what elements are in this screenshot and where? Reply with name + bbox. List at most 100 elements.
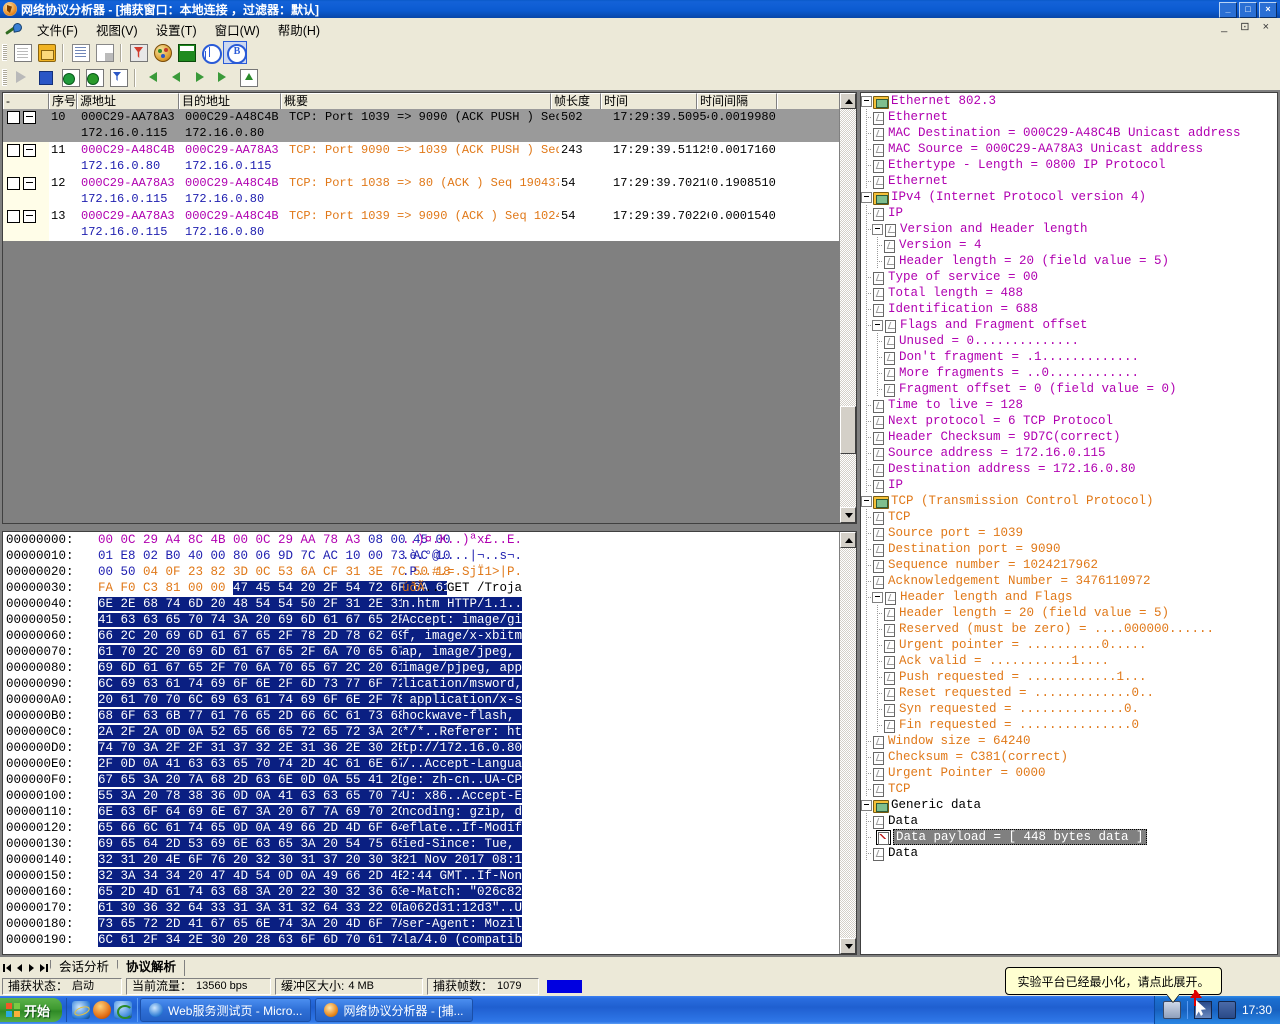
tree-leaf-node[interactable]: TCP	[861, 781, 1277, 797]
tree-leaf-node[interactable]: Destination address = 172.16.0.80	[861, 461, 1277, 477]
hex-dump-row[interactable]: 000000A0: 20 61 70 70 6C 69 63 61 74 69 6…	[3, 692, 839, 708]
taskbar-item-browser[interactable]: Web服务测试页 - Micro...	[140, 998, 312, 1022]
tree-leaf-node[interactable]: Source address = 172.16.0.115	[861, 445, 1277, 461]
packet-expander-icon[interactable]	[23, 210, 36, 223]
toolbar-grip[interactable]	[2, 44, 7, 61]
packet-row[interactable]: 11 000C29-A48C4B 172.16.0.80 000C29-AA78A3 1…	[3, 142, 856, 175]
tray-network-icon[interactable]	[1217, 1001, 1236, 1019]
column-header-mark[interactable]: -	[3, 93, 49, 109]
toolbar-grip-2[interactable]	[2, 69, 7, 86]
scroll-up-button[interactable]	[840, 93, 856, 109]
tree-leaf-node[interactable]: MAC Destination = 000C29-A48C4B Unicast …	[861, 125, 1277, 141]
tree-group-node[interactable]: TCP (Transmission Control Protocol)	[861, 493, 1277, 509]
tree-leaf-node[interactable]: Next protocol = 6 TCP Protocol	[861, 413, 1277, 429]
apply-filter-button[interactable]	[107, 67, 129, 88]
export-button[interactable]	[237, 67, 259, 88]
tree-leaf-node[interactable]: Checksum = C381(correct)	[861, 749, 1277, 765]
filter-button[interactable]	[127, 42, 149, 63]
stats-button[interactable]	[175, 42, 197, 63]
tree-leaf-node[interactable]: Version and Header length	[861, 221, 1277, 237]
tree-leaf-node[interactable]: Window size = 64240	[861, 733, 1277, 749]
packet-row-mark-cell[interactable]	[3, 142, 49, 175]
tree-leaf-node[interactable]: MAC Source = 000C29-AA78A3 Unicast addre…	[861, 141, 1277, 157]
hex-dump-row[interactable]: 00000010: 01 E8 02 B0 40 00 80 06 9D 7C A…	[3, 548, 839, 564]
menu-settings[interactable]: 设置(T)	[147, 18, 206, 41]
packet-row[interactable]: 13 000C29-AA78A3 172.16.0.115 000C29-A48C4B…	[3, 208, 856, 241]
hex-dump-row[interactable]: 00000090: 6C 69 63 61 74 69 6F 6E 2F 6D 7…	[3, 676, 839, 692]
packet-row-mark-cell[interactable]	[3, 109, 49, 142]
hex-dump-row[interactable]: 00000190: 6C 61 2F 34 2E 30 20 28 63 6F 6…	[3, 932, 839, 948]
tree-leaf-node[interactable]: Ethertype - Length = 0800 IP Protocol	[861, 157, 1277, 173]
packet-checkbox[interactable]	[7, 144, 20, 157]
tree-leaf-node[interactable]: Ack valid = ...........1....	[861, 653, 1277, 669]
list-view-button[interactable]	[69, 42, 91, 63]
hex-dump-row[interactable]: 00000080: 69 6D 61 67 65 2F 70 6A 70 65 6…	[3, 660, 839, 676]
tree-leaf-node[interactable]: Fragment offset = 0 (field value = 0)	[861, 381, 1277, 397]
firefox-quicklaunch-icon[interactable]	[93, 1001, 112, 1019]
hex-dump-row[interactable]: 00000110: 6E 63 6F 64 69 6E 67 3A 20 67 7…	[3, 804, 839, 820]
tree-leaf-node[interactable]: Header Checksum = 9D7C(correct)	[861, 429, 1277, 445]
hex-dump-row[interactable]: 000000D0: 74 70 3A 2F 2F 31 37 32 2E 31 3…	[3, 740, 839, 756]
tree-collapse-icon[interactable]	[861, 495, 872, 507]
tree-leaf-node[interactable]: Unused = 0..............	[861, 333, 1277, 349]
tree-leaf-node[interactable]: Data payload = [ 448 bytes data ]	[861, 829, 1277, 845]
tree-leaf-node[interactable]: Urgent Pointer = 0000	[861, 765, 1277, 781]
tree-leaf-node[interactable]: Fin requested = ...............0	[861, 717, 1277, 733]
tree-leaf-node[interactable]: Acknowledgement Number = 3476110972	[861, 573, 1277, 589]
tree-leaf-node[interactable]: Reset requested = .............0..	[861, 685, 1277, 701]
hex-dump-scrollbar[interactable]	[839, 532, 856, 954]
tree-leaf-node[interactable]: Identification = 688	[861, 301, 1277, 317]
tab-last-button[interactable]	[38, 961, 49, 974]
tree-group-node[interactable]: Ethernet 802.3	[861, 93, 1277, 109]
hex-dump-row[interactable]: 00000060: 66 2C 20 69 6D 61 67 65 2F 78 2…	[3, 628, 839, 644]
packet-checkbox[interactable]	[7, 177, 20, 190]
first-packet-button[interactable]	[141, 67, 163, 88]
tab-session-analysis[interactable]: 会话分析	[47, 959, 117, 976]
tree-collapse-icon[interactable]	[872, 319, 883, 331]
tree-leaf-node[interactable]: Version = 4	[861, 237, 1277, 253]
hex-dump-row[interactable]: 000000B0: 68 6F 63 6B 77 61 76 65 2D 66 6…	[3, 708, 839, 724]
tree-leaf-node[interactable]: Header length = 20 (field value = 5)	[861, 253, 1277, 269]
tree-leaf-node[interactable]: Data	[861, 813, 1277, 829]
tree-leaf-node[interactable]: Syn requested = ..............0.	[861, 701, 1277, 717]
hex-dump-row[interactable]: 000000E0: 2F 0D 0A 41 63 63 65 70 74 2D 4…	[3, 756, 839, 772]
tab-next-button[interactable]	[26, 961, 37, 974]
tree-collapse-icon[interactable]	[861, 799, 872, 811]
start-button[interactable]: 开始	[0, 998, 63, 1022]
protocol-b-button[interactable]: B	[223, 41, 247, 64]
menu-help[interactable]: 帮助(H)	[269, 18, 329, 41]
packet-list-scrollbar[interactable]	[839, 93, 856, 523]
color-button[interactable]	[151, 42, 173, 63]
mdi-window-controls[interactable]: _ ⊡ ×	[1221, 20, 1274, 33]
last-packet-button[interactable]	[213, 67, 235, 88]
refresh-quicklaunch-icon[interactable]	[114, 1001, 134, 1019]
packet-row[interactable]: 10 000C29-AA78A3 172.16.0.115 000C29-A48C4B…	[3, 109, 856, 142]
tree-leaf-node[interactable]: Flags and Fragment offset	[861, 317, 1277, 333]
menu-view[interactable]: 视图(V)	[87, 18, 147, 41]
packet-expander-icon[interactable]	[23, 111, 36, 124]
network-button[interactable]	[199, 42, 222, 64]
ie-quicklaunch-icon[interactable]	[72, 1001, 91, 1019]
column-header-len[interactable]: 帧长度	[551, 93, 601, 109]
tree-collapse-icon[interactable]	[872, 223, 883, 235]
minimize-button[interactable]: _	[1219, 2, 1237, 18]
tree-leaf-node[interactable]: Data	[861, 845, 1277, 861]
column-header-time[interactable]: 时间	[601, 93, 697, 109]
tray-keyboard-icon[interactable]	[1162, 1001, 1181, 1019]
tree-leaf-node[interactable]: Push requested = ............1...	[861, 669, 1277, 685]
tree-leaf-node[interactable]: Ethernet	[861, 173, 1277, 189]
hex-dump-row[interactable]: 00000140: 32 31 20 4E 6F 76 20 32 30 31 3…	[3, 852, 839, 868]
taskbar-clock[interactable]: 17:30	[1242, 1003, 1272, 1017]
maximize-button[interactable]: □	[1239, 2, 1257, 18]
hex-scroll-down-button[interactable]	[840, 938, 856, 954]
prev-packet-button[interactable]	[165, 67, 187, 88]
tree-leaf-node[interactable]: TCP	[861, 509, 1277, 525]
tab-first-button[interactable]	[2, 961, 13, 974]
next-packet-button[interactable]	[189, 67, 211, 88]
hex-dump-row[interactable]: 00000130: 69 65 64 2D 53 69 6E 63 65 3A 2…	[3, 836, 839, 852]
list-remove-button[interactable]	[93, 42, 115, 63]
tab-protocol-parsing[interactable]: 协议解析	[114, 959, 184, 976]
packet-checkbox[interactable]	[7, 210, 20, 223]
tree-leaf-node[interactable]: More fragments = ..0............	[861, 365, 1277, 381]
tree-leaf-node[interactable]: Destination port = 9090	[861, 541, 1277, 557]
